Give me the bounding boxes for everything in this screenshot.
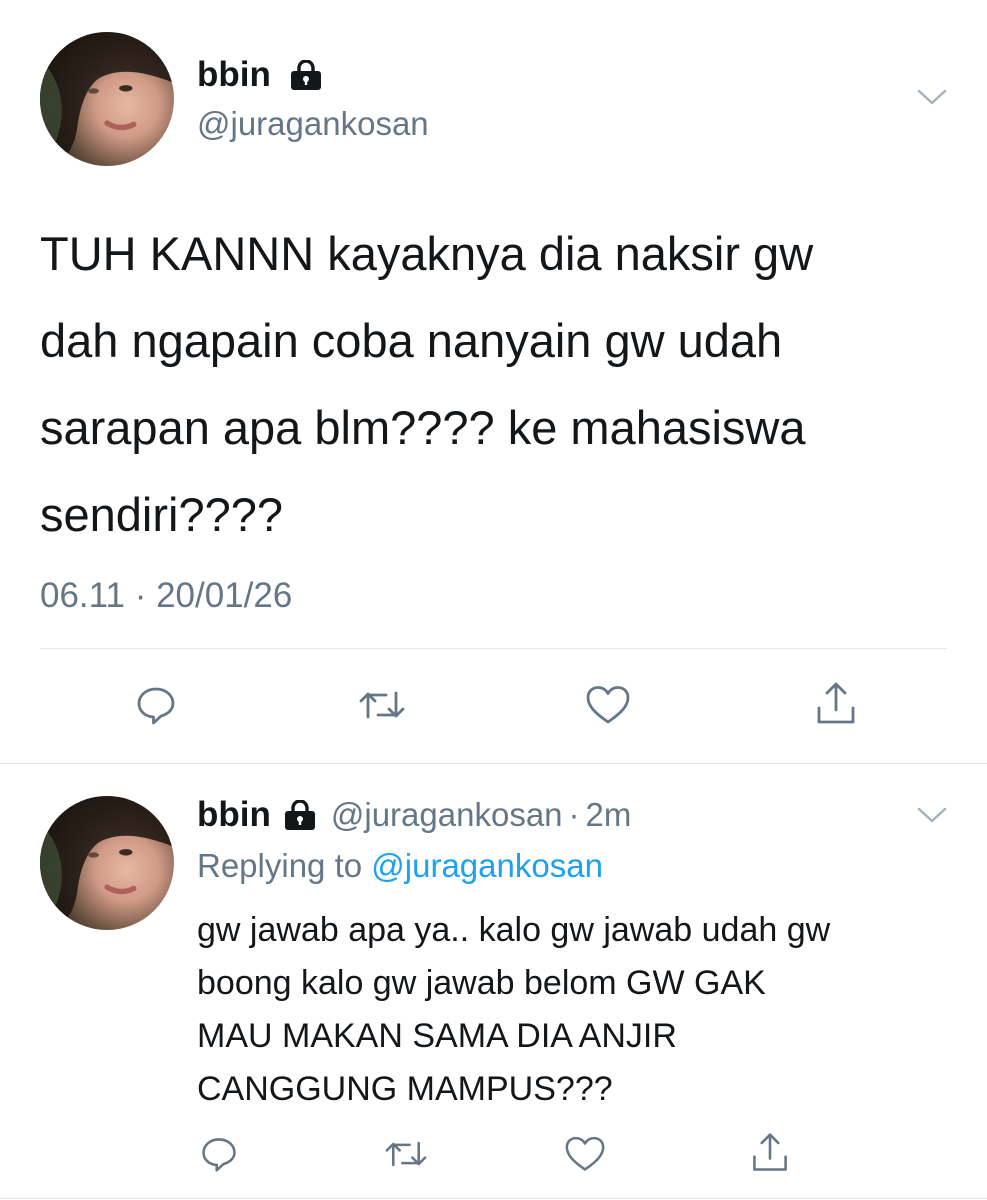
chevron-down-icon[interactable] bbox=[917, 88, 947, 111]
tweet-text-line: CANGGUNG MAMPUS??? bbox=[197, 1070, 613, 1108]
reply-tweet-text: gw jawab apa ya.. kalo gw jawab udah gw … bbox=[197, 904, 967, 1116]
tweet-text-line: gw jawab apa ya.. kalo gw jawab udah gw bbox=[197, 911, 831, 949]
retweet-icon[interactable] bbox=[382, 1134, 430, 1174]
main-avatar[interactable] bbox=[40, 32, 174, 166]
replying-to: Replying to @juragankosan bbox=[197, 845, 603, 887]
main-handle[interactable]: @juragankosan bbox=[197, 104, 429, 144]
tweet-text-line: sendiri???? bbox=[40, 488, 284, 541]
reply-avatar[interactable] bbox=[40, 796, 174, 930]
chevron-down-icon[interactable] bbox=[917, 806, 947, 829]
reply-time[interactable]: 2m bbox=[586, 794, 632, 836]
reply-display-name[interactable]: bbin bbox=[197, 794, 271, 836]
separator-dot: · bbox=[568, 796, 580, 833]
tweet-text-line: dah ngapain coba nanyain gw udah bbox=[40, 314, 783, 367]
divider bbox=[40, 648, 947, 649]
avatar-photo bbox=[40, 796, 174, 930]
main-timestamp[interactable]: 06.11 · 20/01/26 bbox=[40, 575, 292, 617]
tweet-text-line: boong kalo gw jawab belom GW GAK bbox=[197, 964, 766, 1002]
avatar-photo bbox=[40, 32, 174, 166]
reply-icon[interactable] bbox=[134, 683, 178, 727]
share-icon[interactable] bbox=[748, 1131, 792, 1175]
retweet-icon[interactable] bbox=[356, 683, 408, 727]
divider bbox=[0, 763, 987, 764]
tweet-text-line: TUH KANNN kayaknya dia naksir gw bbox=[40, 227, 814, 280]
like-icon[interactable] bbox=[563, 1134, 607, 1174]
tweet-text-line: sarapan apa blm???? ke mahasiswa bbox=[40, 401, 806, 454]
tweet-text-line: MAU MAKAN SAMA DIA ANJIR bbox=[197, 1017, 677, 1055]
main-tweet-text: TUH KANNN kayaknya dia naksir gw dah nga… bbox=[40, 210, 960, 558]
reply-handle[interactable]: @juragankosan bbox=[331, 794, 563, 836]
reply-header: bbin @juragankosan · 2m bbox=[197, 794, 631, 836]
lock-icon bbox=[281, 800, 319, 830]
share-icon[interactable] bbox=[812, 680, 860, 728]
reply-icon[interactable] bbox=[199, 1134, 239, 1174]
replying-to-handle[interactable]: @juragankosan bbox=[371, 847, 603, 884]
replying-to-label: Replying to bbox=[197, 847, 363, 884]
main-display-name[interactable]: bbin bbox=[197, 54, 271, 96]
divider bbox=[0, 1198, 987, 1199]
like-icon[interactable] bbox=[584, 683, 632, 727]
lock-icon bbox=[287, 60, 325, 90]
